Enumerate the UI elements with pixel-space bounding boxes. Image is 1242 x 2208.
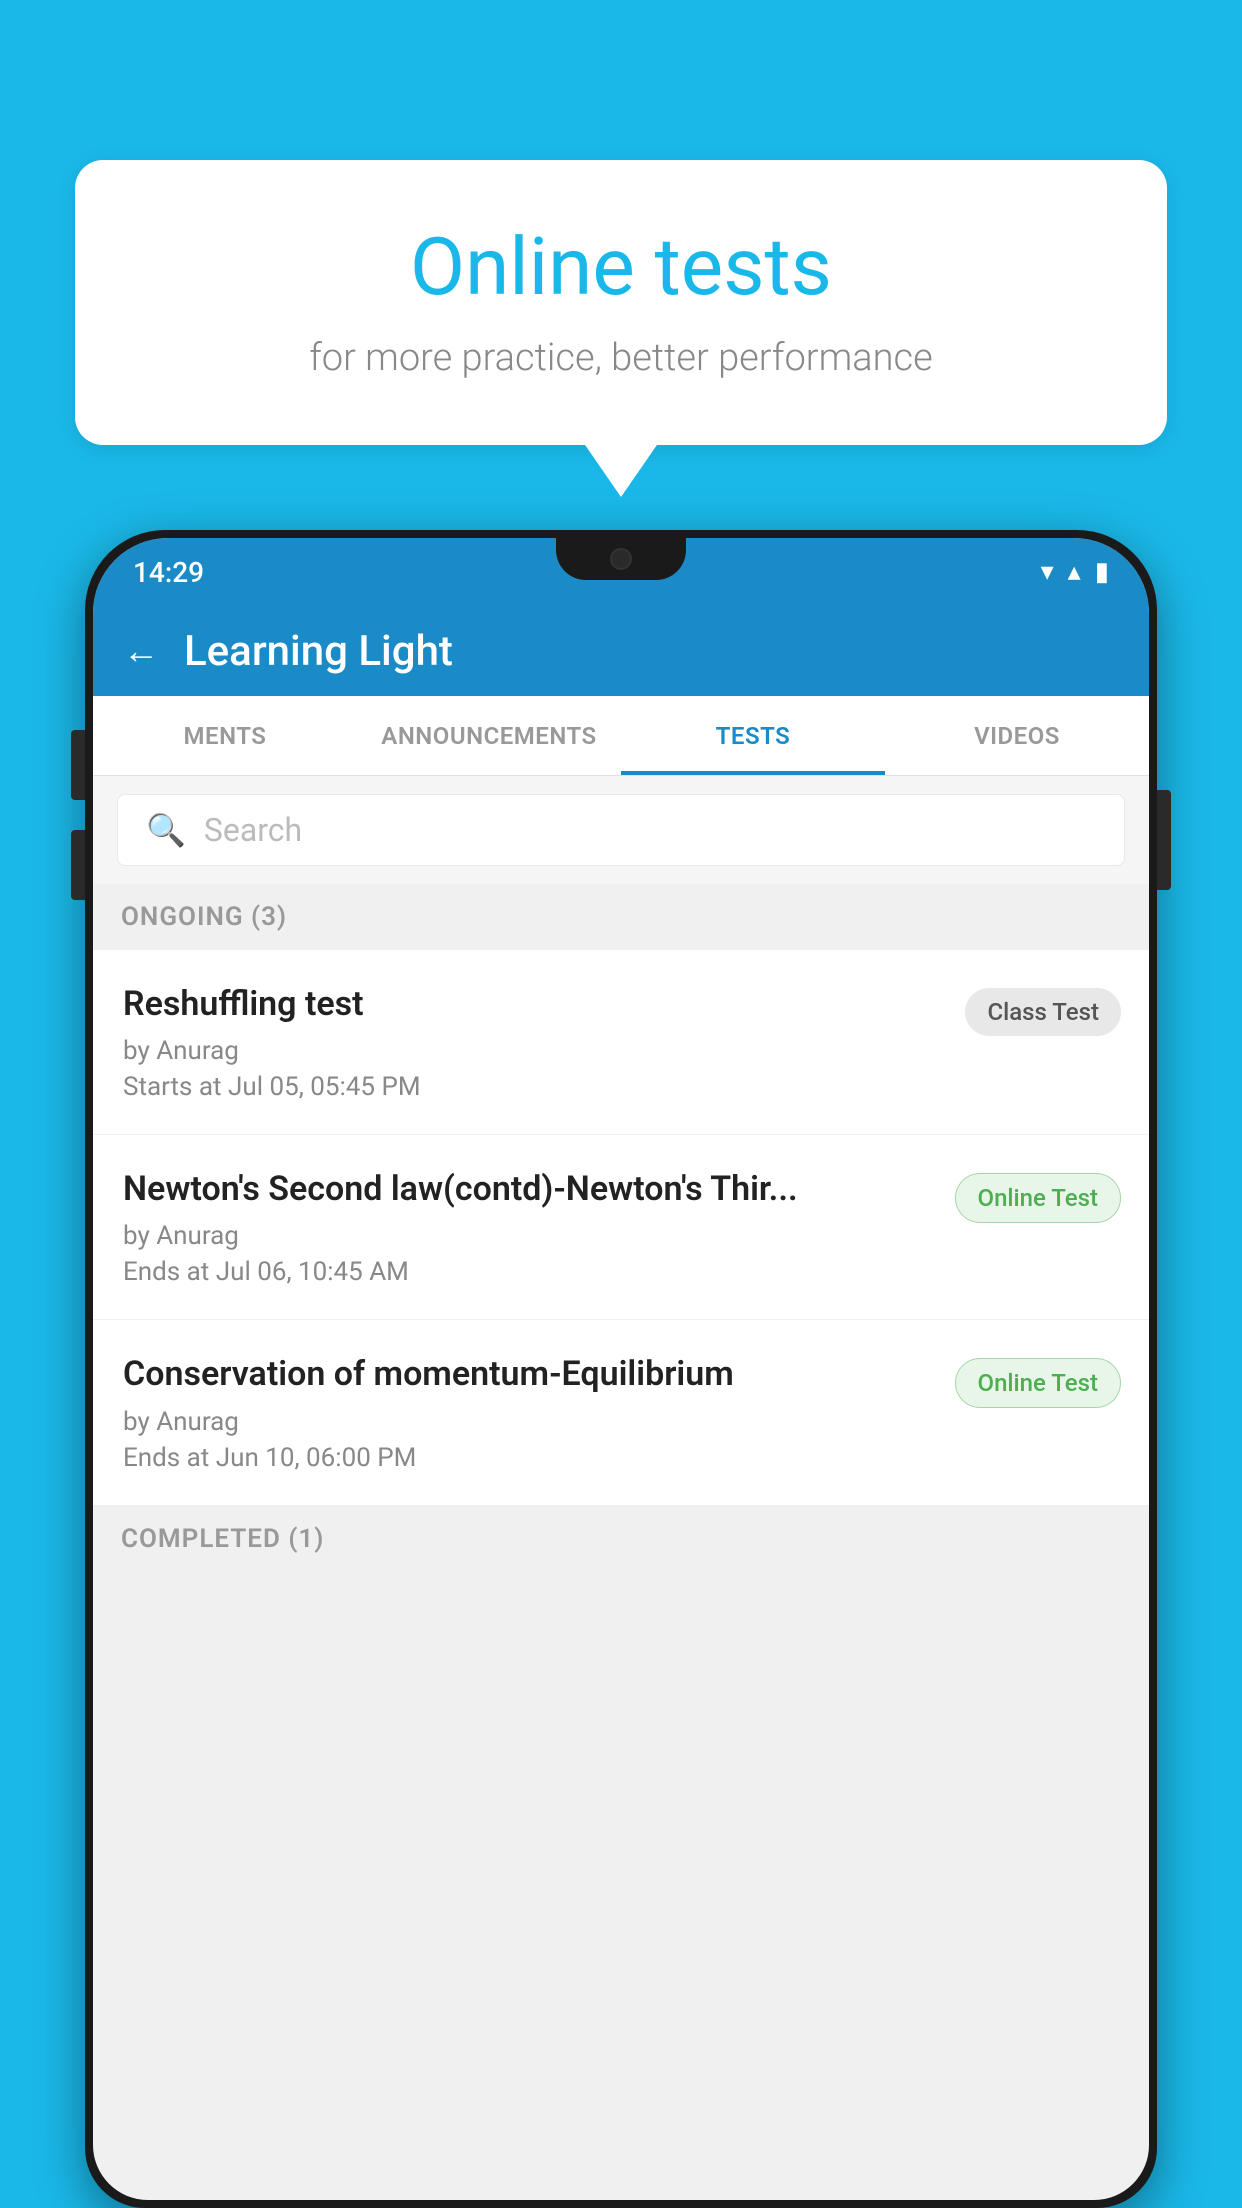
speech-bubble-container: Online tests for more practice, better p… [75, 160, 1167, 445]
phone-frame: 14:29 ▾ ▴ ▮ ← Learning Light MENTS ANNOU… [85, 530, 1157, 2208]
speech-bubble-subtitle: for more practice, better performance [155, 336, 1087, 380]
test-info: Newton's Second law(contd)-Newton's Thir… [123, 1167, 935, 1287]
speech-bubble: Online tests for more practice, better p… [75, 160, 1167, 445]
status-time: 14:29 [133, 556, 204, 589]
test-badge-online: Online Test [955, 1173, 1121, 1223]
notch [556, 538, 686, 580]
search-container: 🔍 Search [93, 776, 1149, 884]
status-bar: 14:29 ▾ ▴ ▮ [93, 538, 1149, 606]
search-input[interactable]: Search [204, 811, 302, 849]
search-box[interactable]: 🔍 Search [117, 794, 1125, 866]
speech-bubble-title: Online tests [155, 220, 1087, 314]
test-author: by Anurag [123, 1036, 945, 1066]
test-author: by Anurag [123, 1221, 935, 1251]
battery-icon: ▮ [1095, 557, 1109, 587]
volume-up-button[interactable] [71, 730, 85, 800]
volume-down-button[interactable] [71, 830, 85, 900]
test-name: Conservation of momentum-Equilibrium [123, 1352, 935, 1396]
test-author: by Anurag [123, 1407, 935, 1437]
completed-section-label: COMPLETED (1) [93, 1506, 1149, 1572]
test-info: Conservation of momentum-Equilibrium by … [123, 1352, 935, 1472]
test-time: Ends at Jun 10, 06:00 PM [123, 1443, 935, 1473]
tab-tests[interactable]: TESTS [621, 696, 885, 775]
test-time: Ends at Jul 06, 10:45 AM [123, 1257, 935, 1287]
test-name: Newton's Second law(contd)-Newton's Thir… [123, 1167, 935, 1211]
back-button[interactable]: ← [123, 630, 159, 672]
search-icon: 🔍 [146, 811, 186, 849]
tab-announcements[interactable]: ANNOUNCEMENTS [357, 696, 621, 775]
test-badge-class: Class Test [965, 988, 1121, 1036]
test-info: Reshuffling test by Anurag Starts at Jul… [123, 982, 945, 1102]
tab-ments[interactable]: MENTS [93, 696, 357, 775]
status-icons: ▾ ▴ ▮ [1041, 557, 1109, 587]
signal-icon: ▴ [1068, 557, 1081, 587]
test-item[interactable]: Newton's Second law(contd)-Newton's Thir… [93, 1135, 1149, 1320]
test-badge-online-2: Online Test [955, 1358, 1121, 1408]
app-header: ← Learning Light [93, 606, 1149, 696]
app-title: Learning Light [184, 627, 453, 676]
ongoing-section-label: ONGOING (3) [93, 884, 1149, 950]
tab-videos[interactable]: VIDEOS [885, 696, 1149, 775]
camera [610, 548, 632, 570]
phone-screen: 14:29 ▾ ▴ ▮ ← Learning Light MENTS ANNOU… [93, 538, 1149, 2200]
test-name: Reshuffling test [123, 982, 945, 1026]
tabs-bar: MENTS ANNOUNCEMENTS TESTS VIDEOS [93, 696, 1149, 776]
wifi-icon: ▾ [1041, 557, 1054, 587]
test-item[interactable]: Conservation of momentum-Equilibrium by … [93, 1320, 1149, 1505]
power-button[interactable] [1157, 790, 1171, 890]
test-time: Starts at Jul 05, 05:45 PM [123, 1072, 945, 1102]
test-list: Reshuffling test by Anurag Starts at Jul… [93, 950, 1149, 1506]
test-item[interactable]: Reshuffling test by Anurag Starts at Jul… [93, 950, 1149, 1135]
